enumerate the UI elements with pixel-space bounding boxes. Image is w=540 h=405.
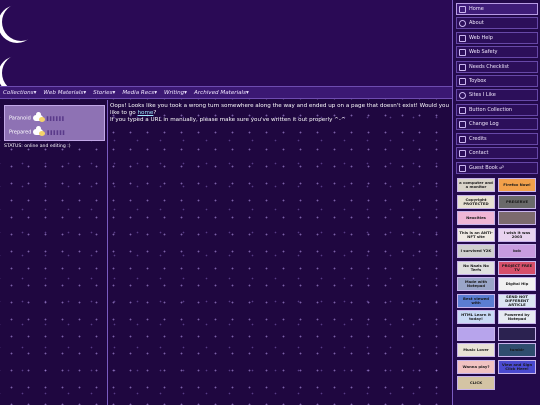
site-button-88x31[interactable]: This is an ANTI-NFT site: [457, 228, 495, 242]
status-text: STATUS: online and editing :): [4, 144, 71, 149]
sidebar-item-web-help[interactable]: Web Help: [456, 32, 538, 44]
nav-stories[interactable]: Stories▾: [93, 90, 115, 96]
error-text: Oops! Looks like you took a wrong turn s…: [110, 103, 449, 116]
sun-icon: [39, 117, 45, 122]
main-content: Oops! Looks like you took a wrong turn s…: [110, 103, 450, 124]
sidebar-item-needs-checklist[interactable]: Needs Checklist: [456, 61, 538, 73]
site-button-88x31[interactable]: [498, 211, 536, 225]
site-button-88x31[interactable]: No Nazis No Terfs: [457, 261, 495, 275]
right-sidebar: Home About Web Help Web Safety Needs Che…: [452, 0, 540, 405]
mail-icon: [459, 150, 466, 157]
nav-archived-materials[interactable]: Archived Materials▾: [194, 90, 249, 96]
sidebar-item-contact[interactable]: Contact: [456, 147, 538, 159]
sidebar-item-about[interactable]: About: [456, 17, 538, 29]
nav-collections[interactable]: Collections▾: [3, 90, 36, 96]
info-icon: [459, 20, 466, 27]
mood-label: Prepared: [9, 130, 31, 136]
mood-label: Paranoid: [9, 116, 31, 122]
site-button-88x31[interactable]: CLICK: [457, 376, 495, 390]
site-button-88x31[interactable]: Firefox Now!: [498, 178, 536, 192]
site-button-88x31[interactable]: Copyright PROTECTED: [457, 195, 495, 209]
credits-icon: [459, 136, 466, 143]
url-hint: If you typed a URL in manually, please m…: [110, 117, 450, 124]
sidebar-item-button-collection[interactable]: Button Collection: [456, 104, 538, 116]
home-link[interactable]: home: [138, 110, 154, 116]
crescent-moon-icon: [2, 3, 40, 41]
mood-value: ▌▌▌▌▌▌: [47, 130, 65, 135]
toybox-icon: [459, 78, 466, 85]
heart-icon: [459, 92, 466, 99]
mood-meter: Paranoid ▌▌▌▌▌▌ Prepared ▌▌▌▌▌▌: [4, 105, 105, 141]
sidebar-item-change-log[interactable]: Change Log: [456, 118, 538, 130]
guestbook-icon: [459, 165, 466, 172]
sidebar-item-credits[interactable]: Credits: [456, 133, 538, 145]
checklist-icon: [459, 64, 466, 71]
site-button-88x31[interactable]: I wish it was 2003: [498, 228, 536, 242]
error-text-end: ?: [153, 110, 156, 116]
sidebar-item-guest-book[interactable]: Guest Book ☍: [456, 162, 538, 174]
site-button-88x31[interactable]: SEND NOT DIFFERENT ARTICLE: [498, 294, 536, 308]
site-button-88x31[interactable]: Music Lover: [457, 343, 495, 357]
site-button-88x31[interactable]: PRESERVE: [498, 195, 536, 209]
site-button-88x31[interactable]: [457, 327, 495, 341]
nav-writing[interactable]: Writing▾: [164, 90, 187, 96]
mood-row-prepared: Prepared ▌▌▌▌▌▌: [9, 129, 66, 136]
book-icon: [459, 35, 466, 42]
sidebar-item-sites-i-like[interactable]: Sites I Like: [456, 89, 538, 101]
log-icon: [459, 121, 466, 128]
site-button-88x31[interactable]: Digital Hip: [498, 277, 536, 291]
sun-icon: [39, 131, 45, 136]
nav-web-materials[interactable]: Web Materials▾: [43, 90, 86, 96]
left-column: Paranoid ▌▌▌▌▌▌ Prepared ▌▌▌▌▌▌ STATUS: on…: [0, 100, 108, 405]
site-button-88x31[interactable]: Wanna play?: [457, 360, 495, 374]
mood-row-paranoid: Paranoid ▌▌▌▌▌▌: [9, 115, 65, 122]
site-button-88x31[interactable]: PROJECT FREE TV: [498, 261, 536, 275]
nav-media-recs[interactable]: Media Recs▾: [122, 90, 157, 96]
error-message: Oops! Looks like you took a wrong turn s…: [110, 103, 450, 117]
site-button-88x31[interactable]: Made with Notepad: [457, 277, 495, 291]
site-header: [0, 0, 452, 86]
site-button-88x31[interactable]: [498, 327, 536, 341]
site-button-88x31[interactable]: Best viewed with: [457, 294, 495, 308]
top-nav: Collections▾ Web Materials▾ Stories▾ Med…: [0, 86, 452, 99]
button-icon: [459, 107, 466, 114]
site-button-88x31[interactable]: tumblr: [498, 343, 536, 357]
home-icon: [459, 6, 466, 13]
site-button-88x31[interactable]: HTML Learn it today!: [457, 310, 495, 324]
warning-icon: [459, 49, 466, 56]
sidebar-item-toybox[interactable]: Toybox: [456, 75, 538, 87]
site-button-88x31[interactable]: View and Sign Click Here!: [498, 360, 536, 374]
sidebar-item-web-safety[interactable]: Web Safety: [456, 46, 538, 58]
site-button-88x31[interactable]: Neocities: [457, 211, 495, 225]
sidebar-item-home[interactable]: Home: [456, 3, 538, 15]
site-button-88x31[interactable]: i survived Y2K: [457, 244, 495, 258]
mood-value: ▌▌▌▌▌▌: [47, 116, 65, 121]
site-button-88x31[interactable]: a computer and a monitor: [457, 178, 495, 192]
site-button-88x31[interactable]: Powered by Notepad: [498, 310, 536, 324]
site-button-88x31[interactable]: bcb: [498, 244, 536, 258]
